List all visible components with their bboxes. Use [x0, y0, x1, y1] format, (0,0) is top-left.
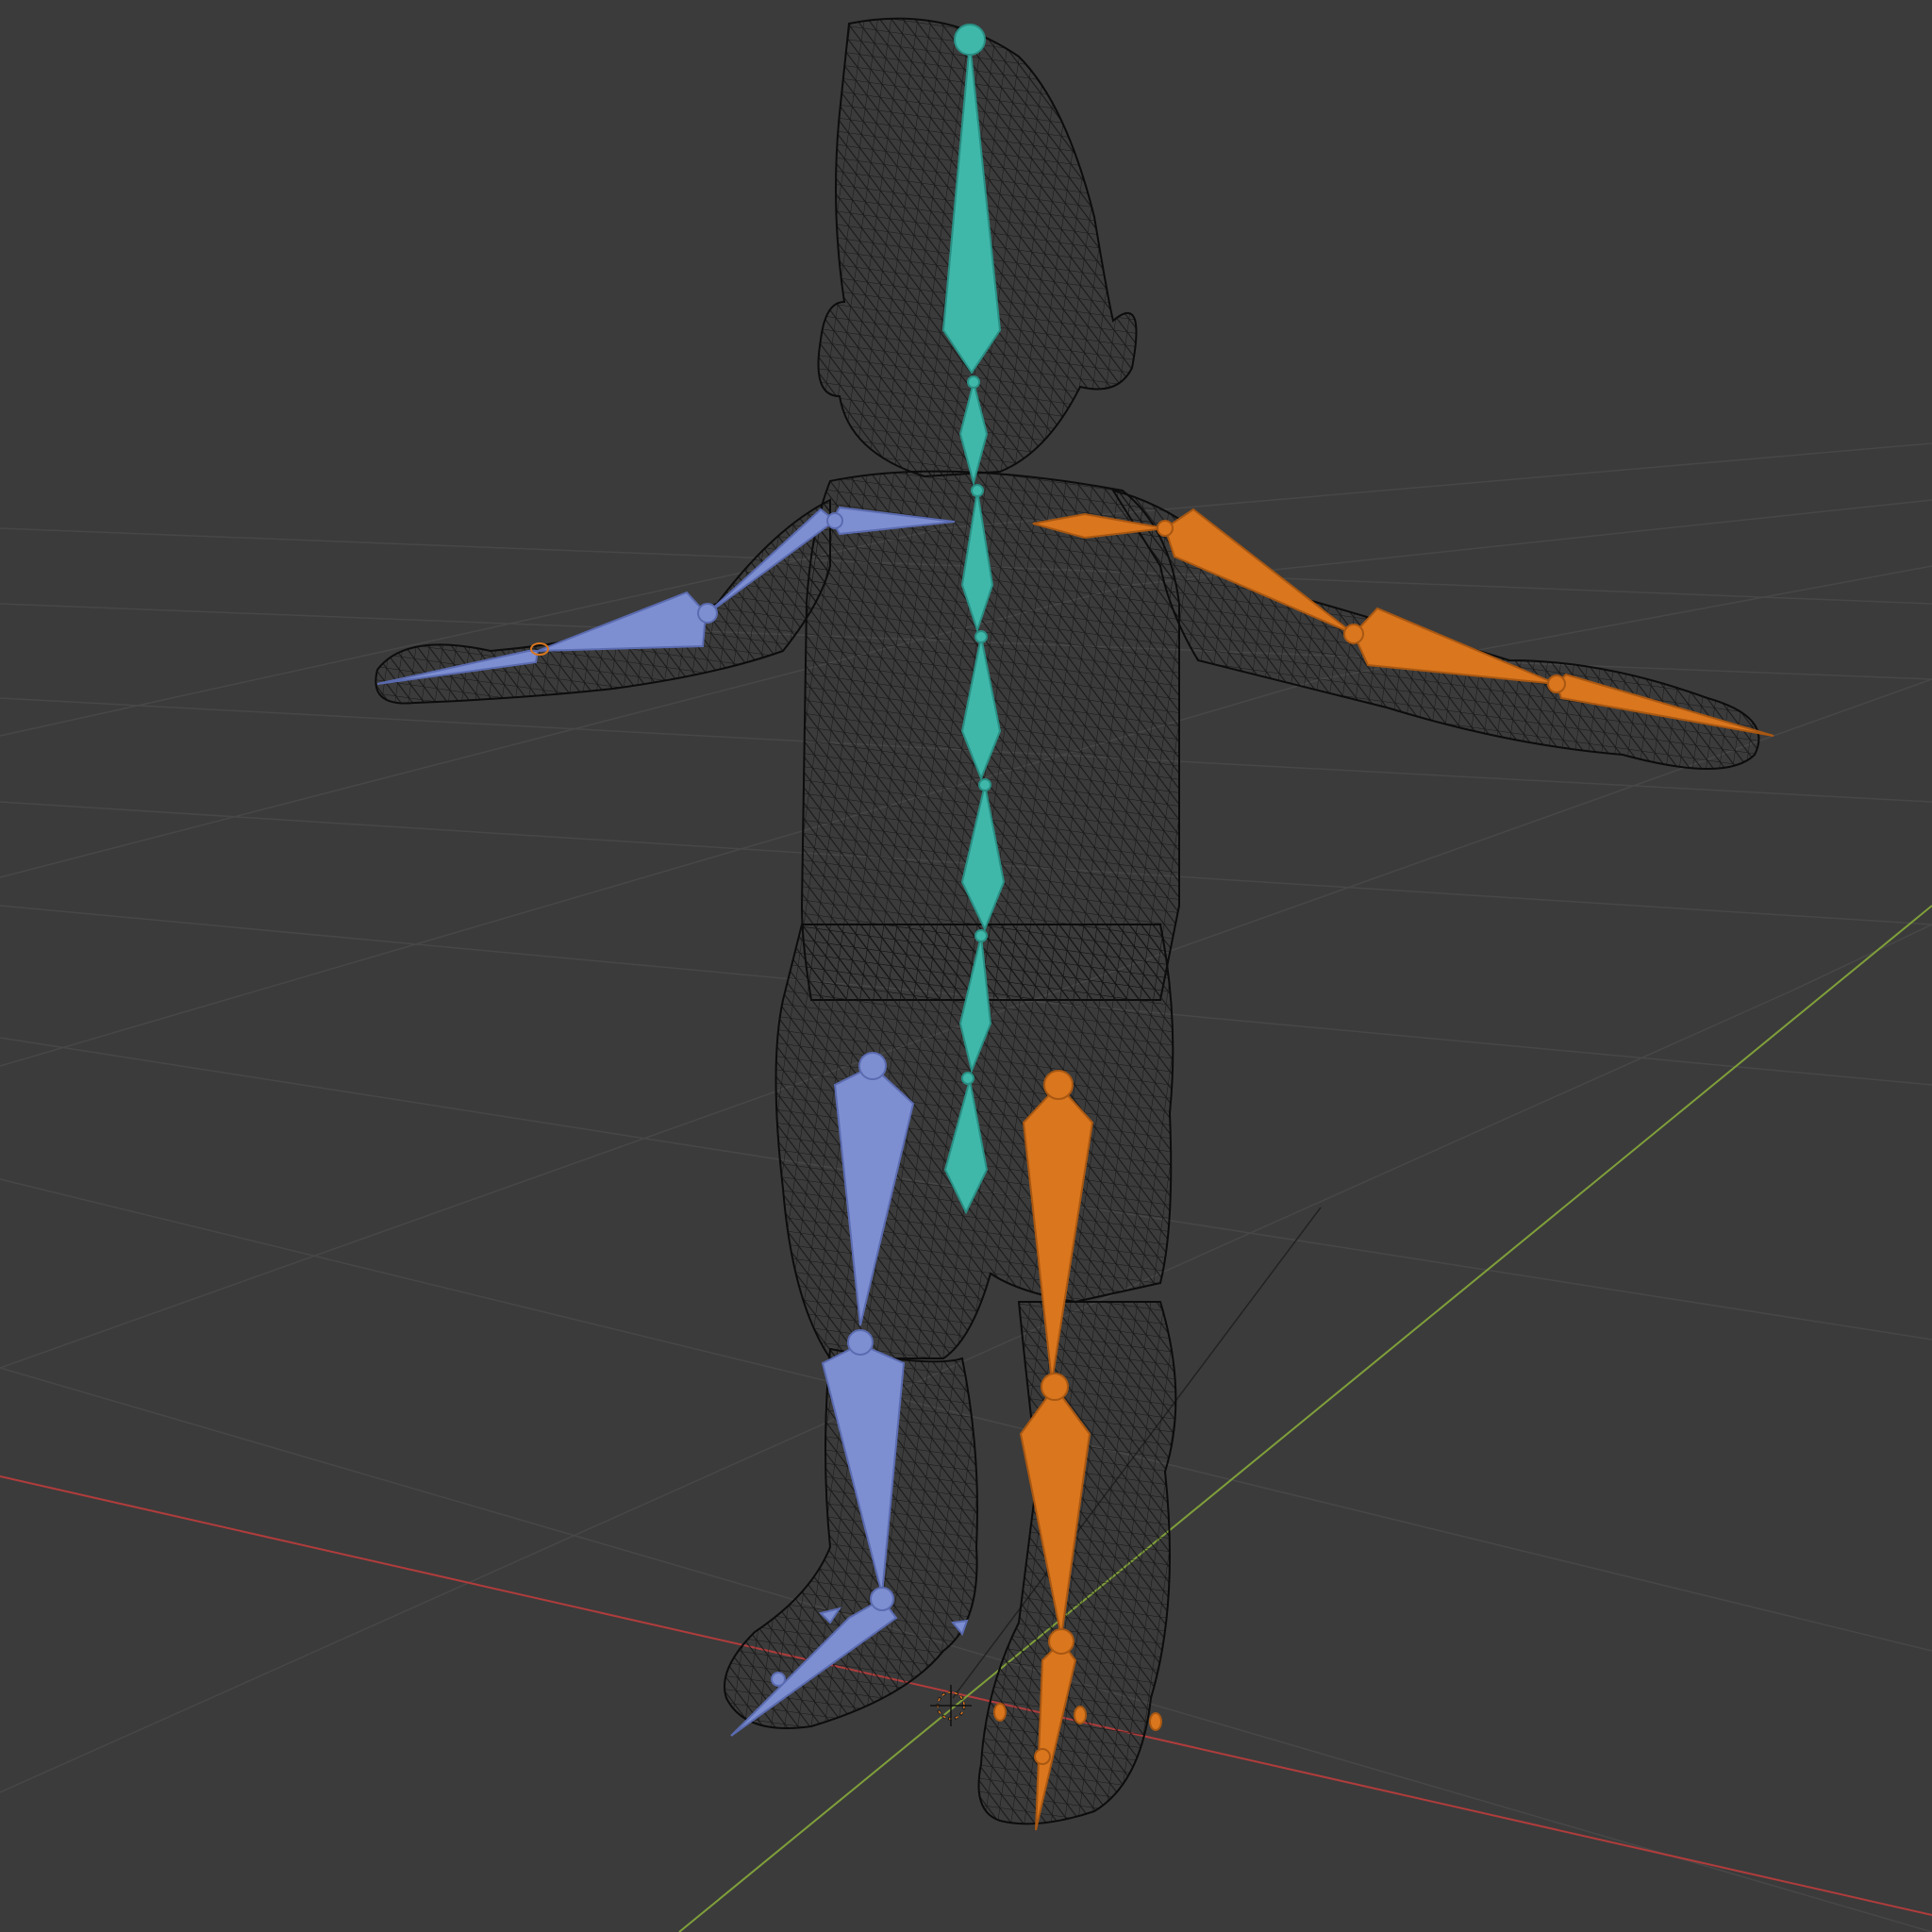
scene-canvas[interactable] — [0, 0, 1932, 1932]
bone-forearm-l[interactable] — [537, 591, 708, 652]
3d-viewport[interactable] — [0, 0, 1932, 1932]
